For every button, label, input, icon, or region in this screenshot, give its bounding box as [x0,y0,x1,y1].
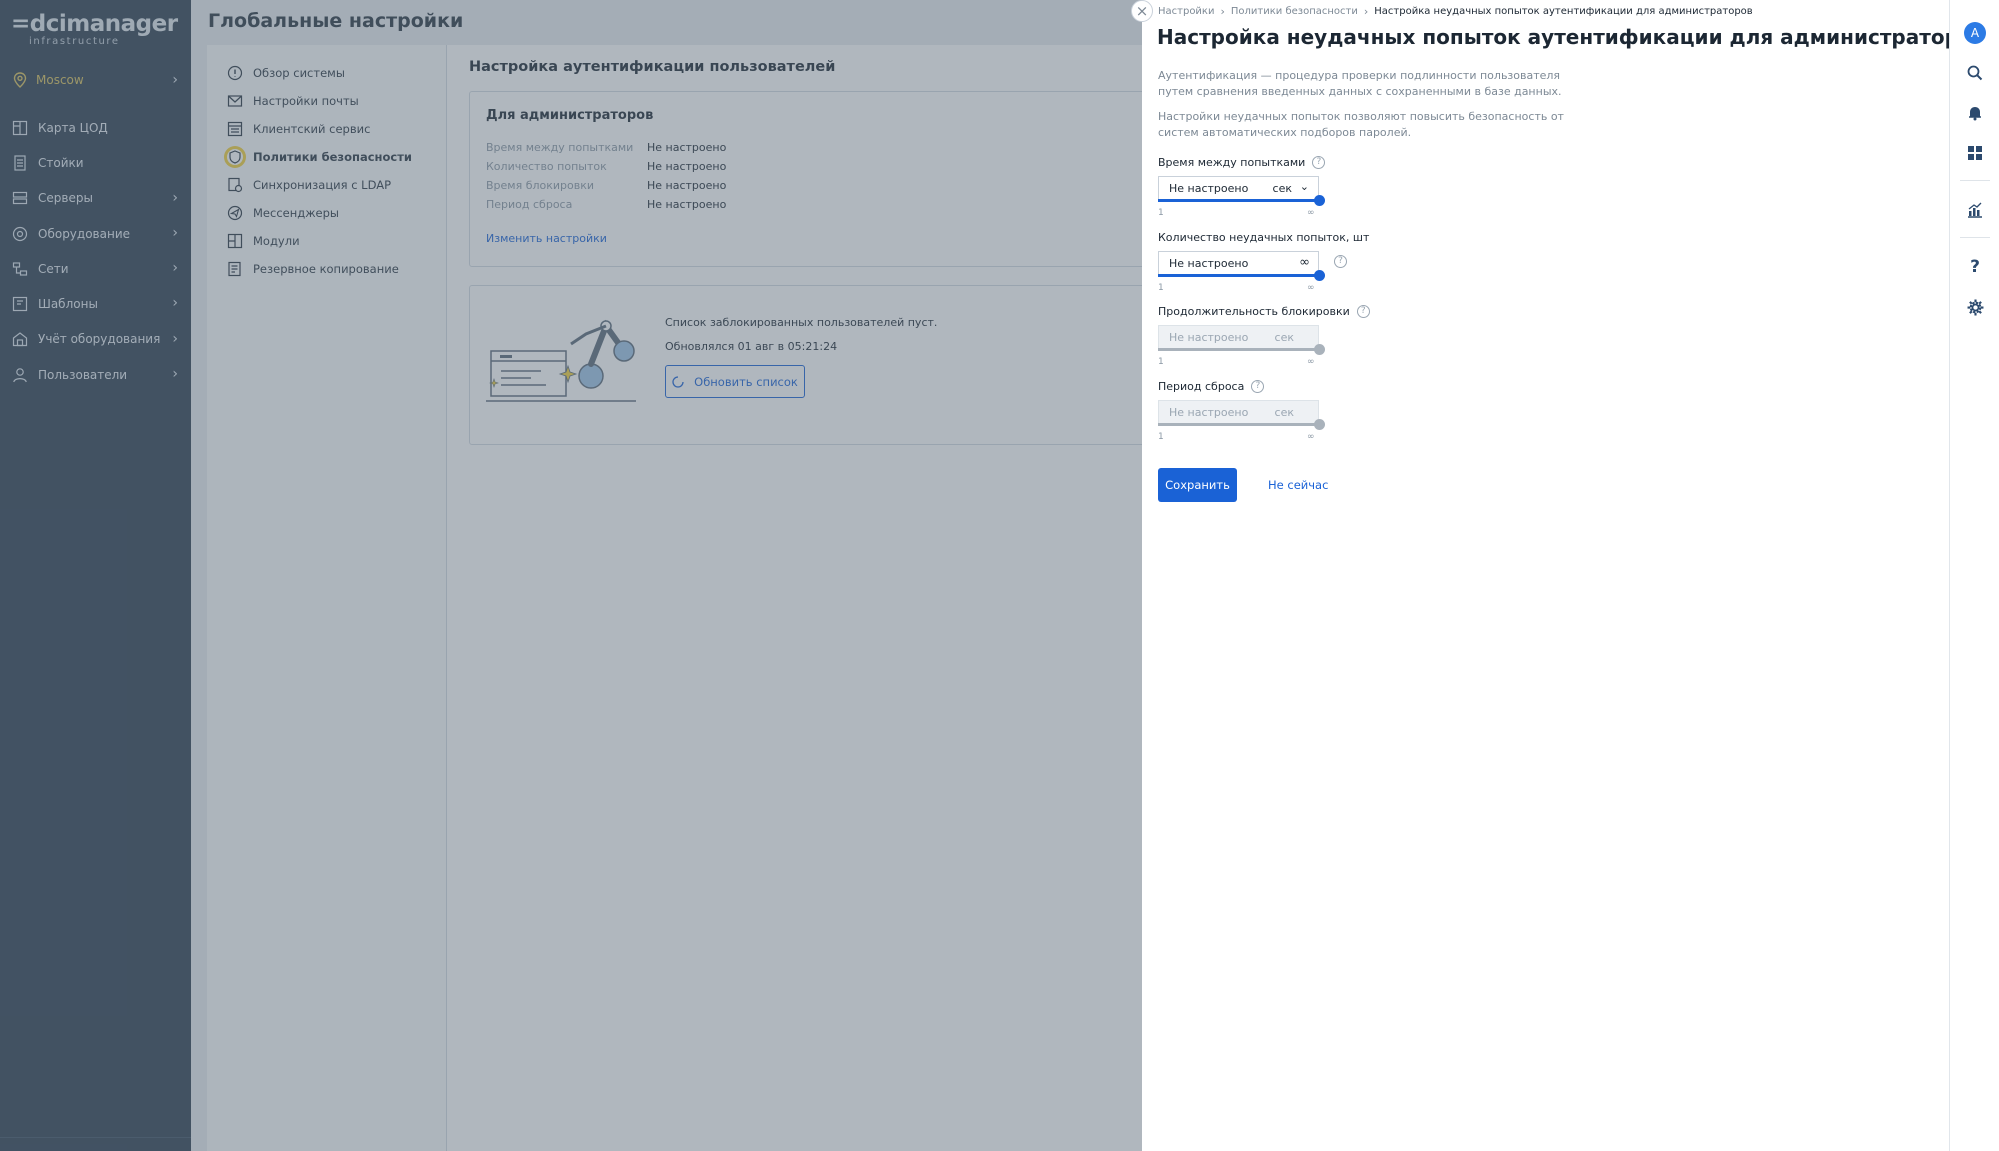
apps-grid-icon[interactable] [1965,143,1985,163]
failed-attempts-count-slider[interactable] [1158,270,1325,281]
help-icon[interactable]: ? [1356,305,1370,318]
chevron-down-icon: ⌄ [1299,180,1309,193]
slider-thumb[interactable] [1314,344,1325,355]
slider-thumb[interactable] [1314,419,1325,430]
slider-min-label: 1 [1158,283,1164,293]
bell-icon[interactable] [1965,103,1985,123]
field-label-failed-attempts-count: Количество неудачных попыток, шт [1158,231,1370,244]
slider-thumb[interactable] [1314,270,1325,281]
reset-period-input[interactable]: Не настроено сек [1158,400,1319,424]
slider-max-label: ∞ [1307,432,1315,442]
avatar[interactable]: A [1964,22,1986,44]
field-label-reset-period: Период сброса? [1158,380,1265,393]
chevron-right-icon: › [1363,5,1369,18]
unit-select[interactable]: сек [1273,182,1292,195]
unit-label: сек [1274,406,1294,419]
rail-divider [1960,237,1990,238]
infinity-toggle[interactable]: ∞ [1299,255,1310,270]
slider-min-label: 1 [1158,432,1164,442]
slider-max-label: ∞ [1307,357,1315,367]
slider-max-label: ∞ [1307,208,1315,218]
description-failed-attempts: Настройки неудачных попыток позволяют по… [1158,110,1564,139]
field-label-time-between-attempts: Время между попытками? [1158,156,1326,169]
block-duration-input[interactable]: Не настроено сек [1158,325,1319,349]
breadcrumb-current: Настройка неудачных попыток аутентификац… [1374,6,1753,17]
modal-backdrop[interactable] [0,0,1142,1151]
chart-icon[interactable] [1965,200,1985,220]
drawer-title: Настройка неудачных попыток аутентификац… [1157,25,1986,49]
not-now-link[interactable]: Не сейчас [1268,478,1328,492]
close-icon[interactable]: × [1131,0,1153,22]
unit-label: сек [1274,331,1294,344]
rail-divider [1960,180,1990,181]
breadcrumb: Настройки › Политики безопасности › Наст… [1158,5,1753,18]
slider-min-label: 1 [1158,208,1164,218]
time-between-attempts-slider[interactable] [1158,195,1325,206]
slider-thumb[interactable] [1314,195,1325,206]
description-auth: Аутентификация — процедура проверки подл… [1158,69,1562,98]
reset-period-slider[interactable] [1158,419,1325,430]
save-button[interactable]: Сохранить [1158,468,1237,502]
breadcrumb-settings[interactable]: Настройки [1158,6,1214,17]
block-duration-slider[interactable] [1158,344,1325,355]
time-between-attempts-input[interactable]: Не настроено сек ⌄ [1158,176,1319,200]
right-rail: A ? [1949,0,1999,1151]
help-icon[interactable]: ? [1965,257,1985,277]
field-label-block-duration: Продолжительность блокировки? [1158,305,1370,318]
help-icon[interactable]: ? [1312,156,1326,169]
breadcrumb-security-policies[interactable]: Политики безопасности [1231,6,1358,17]
gear-icon[interactable] [1965,297,1985,317]
search-icon[interactable] [1965,63,1985,83]
settings-drawer: Настройки › Политики безопасности › Наст… [1142,0,1985,1151]
slider-max-label: ∞ [1307,283,1315,293]
chevron-right-icon: › [1220,5,1225,18]
help-icon[interactable]: ? [1251,380,1265,393]
failed-attempts-count-input[interactable]: Не настроено ∞ [1158,251,1319,275]
help-icon[interactable]: ? [1334,255,1347,268]
slider-min-label: 1 [1158,357,1164,367]
